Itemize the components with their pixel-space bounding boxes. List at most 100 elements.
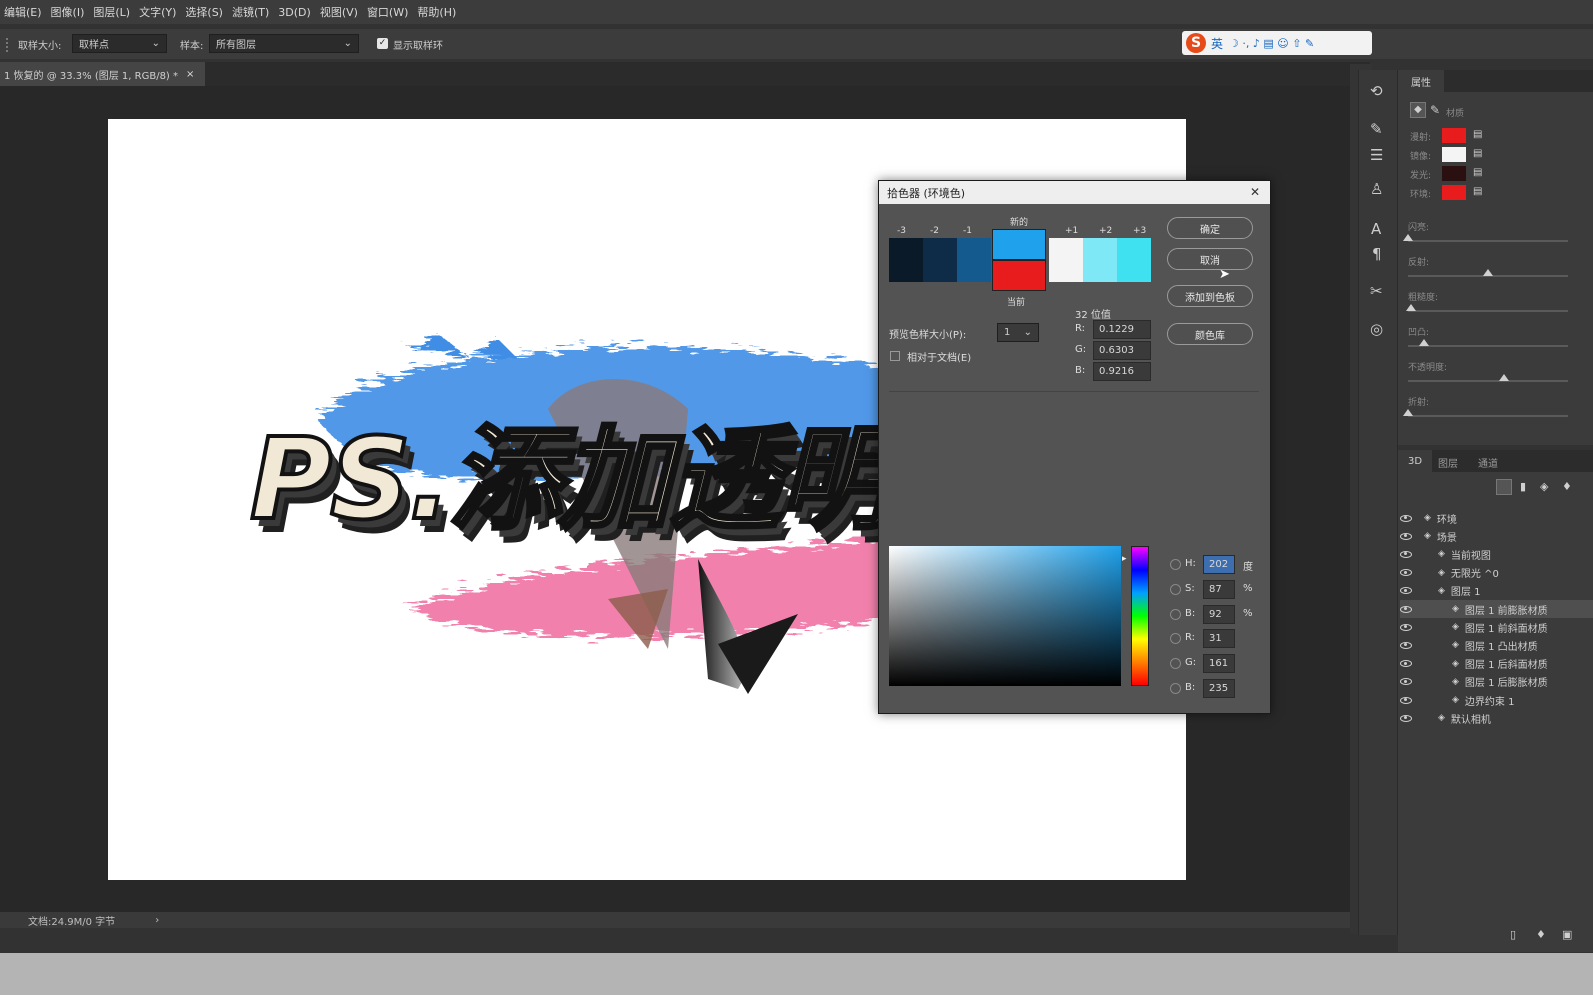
rgb-field[interactable]: 161: [1203, 654, 1235, 673]
mesh-icon[interactable]: ▮: [1520, 480, 1526, 493]
rgb-radio[interactable]: [1170, 633, 1181, 644]
r32-field[interactable]: 0.1229: [1093, 320, 1151, 339]
eye-icon[interactable]: [1400, 532, 1412, 540]
new-icon[interactable]: ▣: [1562, 928, 1572, 941]
slider-thumb[interactable]: [1419, 339, 1429, 346]
sample-size-dropdown[interactable]: 取样点 ⌄: [72, 34, 167, 53]
eye-icon[interactable]: [1400, 623, 1412, 631]
menu-3d[interactable]: 3D(D): [278, 6, 311, 19]
ramp-swatch[interactable]: [1117, 238, 1151, 282]
scene-tree-row[interactable]: ◈ 当前视图: [1400, 545, 1593, 563]
scene-tree-row[interactable]: ◈ 环境: [1400, 509, 1593, 527]
ramp-swatch[interactable]: [889, 238, 923, 282]
close-icon[interactable]: ✕: [1250, 185, 1260, 199]
hsb-radio[interactable]: [1170, 559, 1181, 570]
paragraph-icon[interactable]: ¶: [1372, 245, 1382, 263]
preview-size-dropdown[interactable]: 1 ⌄: [997, 323, 1039, 342]
show-ring-checkbox[interactable]: ✓: [377, 38, 388, 49]
brush-icon[interactable]: ✎: [1370, 120, 1383, 138]
cancel-button[interactable]: 取消: [1167, 248, 1253, 270]
ime-tool-icons[interactable]: ☽ ·, ♪ ▤ ☺ ⇧ ✎: [1229, 37, 1314, 50]
property-slider-track[interactable]: [1408, 310, 1568, 312]
eye-icon[interactable]: [1400, 714, 1412, 722]
menu-select[interactable]: 选择(S): [185, 4, 223, 20]
eye-icon[interactable]: [1400, 696, 1412, 704]
sample-dropdown[interactable]: 所有图层 ⌄: [209, 34, 359, 53]
document-tab[interactable]: 1 恢复的 @ 33.3% (图层 1, RGB/8) * ×: [0, 62, 205, 86]
scene-tree-row[interactable]: ◈ 图层 1 后膨胀材质: [1400, 673, 1593, 691]
clone-source-icon[interactable]: ♙: [1370, 180, 1383, 198]
scene-tree-row[interactable]: ◈ 无限光 ^0: [1400, 564, 1593, 582]
eye-icon[interactable]: [1400, 514, 1412, 522]
scene-tree-row[interactable]: ◈ 场景: [1400, 527, 1593, 545]
saturation-brightness-field[interactable]: [889, 546, 1121, 686]
eye-icon[interactable]: [1400, 587, 1412, 595]
texture-folder-icon[interactable]: ▤: [1473, 129, 1482, 140]
property-slider-track[interactable]: [1408, 240, 1568, 242]
ramp-swatch[interactable]: [1083, 238, 1117, 282]
eye-icon[interactable]: [1400, 569, 1412, 577]
texture-folder-icon[interactable]: ▤: [1473, 148, 1482, 159]
hsb-field[interactable]: 92: [1203, 605, 1235, 624]
material-color-swatch[interactable]: [1442, 185, 1466, 200]
eye-icon[interactable]: [1400, 678, 1412, 686]
scene-tree-row[interactable]: ◈ 图层 1 后斜面材质: [1400, 655, 1593, 673]
eye-icon[interactable]: [1400, 605, 1412, 613]
hsb-radio[interactable]: [1170, 609, 1181, 620]
eye-icon[interactable]: [1400, 641, 1412, 649]
status-arrow-icon[interactable]: ›: [155, 915, 159, 926]
rgb-radio[interactable]: [1170, 683, 1181, 694]
material-icon[interactable]: ◈: [1540, 480, 1548, 493]
property-slider-track[interactable]: [1408, 415, 1568, 417]
slider-thumb[interactable]: [1403, 234, 1413, 241]
material-mode-icon[interactable]: ◆: [1410, 102, 1426, 118]
brush-icon[interactable]: ✎: [1430, 103, 1440, 117]
tools-icon[interactable]: ✂: [1370, 282, 1383, 300]
rgb-field[interactable]: 235: [1203, 679, 1235, 698]
tab-channels[interactable]: 通道: [1478, 455, 1498, 470]
property-slider-track[interactable]: [1408, 380, 1568, 382]
material-color-swatch[interactable]: [1442, 128, 1466, 143]
scene-tree-row[interactable]: ◈ 图层 1 前膨胀材质: [1400, 600, 1593, 618]
g32-field[interactable]: 0.6303: [1093, 341, 1151, 360]
rgb-radio[interactable]: [1170, 658, 1181, 669]
tab-3d[interactable]: 3D: [1398, 450, 1432, 472]
ime-lang[interactable]: 英: [1211, 35, 1223, 52]
menu-help[interactable]: 帮助(H): [417, 4, 456, 20]
menu-filter[interactable]: 滤镜(T): [232, 4, 269, 20]
eye-icon[interactable]: [1400, 550, 1412, 558]
light-icon[interactable]: ♦: [1562, 480, 1572, 493]
menu-view[interactable]: 视图(V): [320, 4, 358, 20]
ime-toolbar[interactable]: S 英 ☽ ·, ♪ ▤ ☺ ⇧ ✎: [1182, 31, 1372, 55]
ramp-swatch[interactable]: [1049, 238, 1083, 282]
3d-orbit-icon[interactable]: ◎: [1370, 320, 1383, 338]
material-color-swatch[interactable]: [1442, 147, 1466, 162]
menu-window[interactable]: 窗口(W): [367, 4, 408, 20]
ok-button[interactable]: 确定: [1167, 217, 1253, 239]
material-color-swatch[interactable]: [1442, 166, 1466, 181]
menu-edit[interactable]: 编辑(E): [4, 4, 42, 20]
texture-folder-icon[interactable]: ▤: [1473, 167, 1482, 178]
tab-properties[interactable]: 属性: [1398, 70, 1444, 92]
ramp-swatch[interactable]: [923, 238, 957, 282]
hsb-field[interactable]: 202: [1203, 555, 1235, 574]
scene-tree-row[interactable]: ◈ 默认相机: [1400, 709, 1593, 727]
adjustments-icon[interactable]: ☰: [1370, 146, 1383, 164]
hsb-field[interactable]: 87: [1203, 580, 1235, 599]
add-light-icon[interactable]: ♦: [1536, 928, 1546, 941]
rgb-field[interactable]: 31: [1203, 629, 1235, 648]
slider-thumb[interactable]: [1406, 304, 1417, 311]
scene-tree-row[interactable]: ◈ 图层 1 前斜面材质: [1400, 618, 1593, 636]
character-icon[interactable]: A: [1371, 220, 1381, 238]
b32-field[interactable]: 0.9216: [1093, 362, 1151, 381]
menu-image[interactable]: 图像(I): [51, 4, 85, 20]
slider-thumb[interactable]: [1483, 269, 1493, 276]
slider-thumb[interactable]: [1403, 409, 1413, 416]
hsb-radio[interactable]: [1170, 584, 1181, 595]
slider-thumb[interactable]: [1499, 374, 1509, 381]
relative-to-document-checkbox[interactable]: [890, 351, 900, 361]
texture-folder-icon[interactable]: ▤: [1473, 186, 1482, 197]
close-icon[interactable]: ×: [186, 69, 194, 80]
history-icon[interactable]: ⟲: [1370, 82, 1383, 100]
eye-icon[interactable]: [1400, 660, 1412, 668]
